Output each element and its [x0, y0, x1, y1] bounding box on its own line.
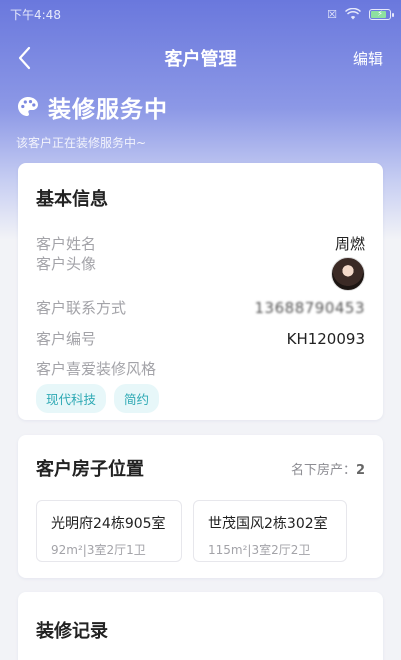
battery-icon: ⚡: [369, 8, 394, 20]
house-item[interactable]: 光明府24栋905室 92m²|3室2厅1卫: [36, 500, 182, 562]
customer-style-row: 客户喜爱装修风格: [36, 358, 365, 379]
house-location-card: 客户房子位置 名下房产：2 光明府24栋905室 92m²|3室2厅1卫 世茂国…: [18, 435, 383, 578]
style-tags: 现代科技 简约: [36, 384, 160, 413]
edit-button[interactable]: 编辑: [353, 48, 383, 69]
customer-name-label: 客户姓名: [36, 235, 97, 253]
avatar[interactable]: [331, 257, 365, 291]
house-detail: 115m²|3室2厅2卫: [208, 543, 311, 557]
service-status-title: 装修服务中: [48, 97, 168, 123]
service-status-subtitle: 该客户正在装修服务中~: [16, 136, 147, 150]
property-count: 名下房产：2: [291, 459, 365, 478]
house-item[interactable]: 世茂国风2栋302室 115m²|3室2厅2卫: [193, 500, 347, 562]
service-status-banner: 装修服务中 该客户正在装修服务中~: [16, 90, 168, 151]
status-time: 下午4:48: [10, 7, 61, 22]
style-tag: 简约: [114, 384, 160, 413]
style-tag: 现代科技: [36, 384, 107, 413]
back-arrow-icon[interactable]: [14, 44, 38, 72]
renovation-records-title: 装修记录: [36, 621, 108, 642]
customer-phone-value: 13688790453: [254, 298, 365, 317]
renovation-records-card: 装修记录: [18, 592, 383, 660]
nav-bar: 客户管理 编辑: [0, 36, 401, 80]
customer-avatar-label: 客户头像: [36, 254, 97, 273]
customer-phone-label: 客户联系方式: [36, 299, 127, 317]
customer-name-row: 客户姓名 周燃: [36, 233, 365, 254]
customer-avatar-row: 客户头像: [36, 255, 365, 291]
palette-icon: [18, 97, 38, 116]
house-location-title: 客户房子位置: [36, 459, 144, 480]
house-detail: 92m²|3室2厅1卫: [51, 543, 146, 557]
house-name: 世茂国风2栋302室: [208, 516, 328, 532]
house-name: 光明府24栋905室: [51, 516, 166, 532]
no-sim-icon: ☒: [327, 7, 337, 21]
customer-id-value: KH120093: [286, 329, 365, 348]
status-bar: 下午4:48 ☒ ⚡: [0, 0, 401, 28]
customer-phone-row: 客户联系方式 13688790453: [36, 297, 365, 318]
customer-name-value: 周燃: [334, 235, 365, 253]
customer-style-label: 客户喜爱装修风格: [36, 360, 157, 378]
property-count-label: 名下房产：: [290, 463, 356, 478]
wifi-icon: [345, 8, 361, 20]
customer-id-label: 客户编号: [36, 330, 97, 348]
property-count-value: 2: [355, 463, 365, 478]
page-title: 客户管理: [164, 49, 237, 70]
basic-info-card: 基本信息 客户姓名 周燃 客户头像 客户联系方式 13688790453 客户编…: [18, 163, 383, 420]
charging-icon: ⚡: [377, 9, 383, 18]
customer-id-row: 客户编号 KH120093: [36, 328, 365, 349]
basic-info-title: 基本信息: [36, 189, 108, 210]
